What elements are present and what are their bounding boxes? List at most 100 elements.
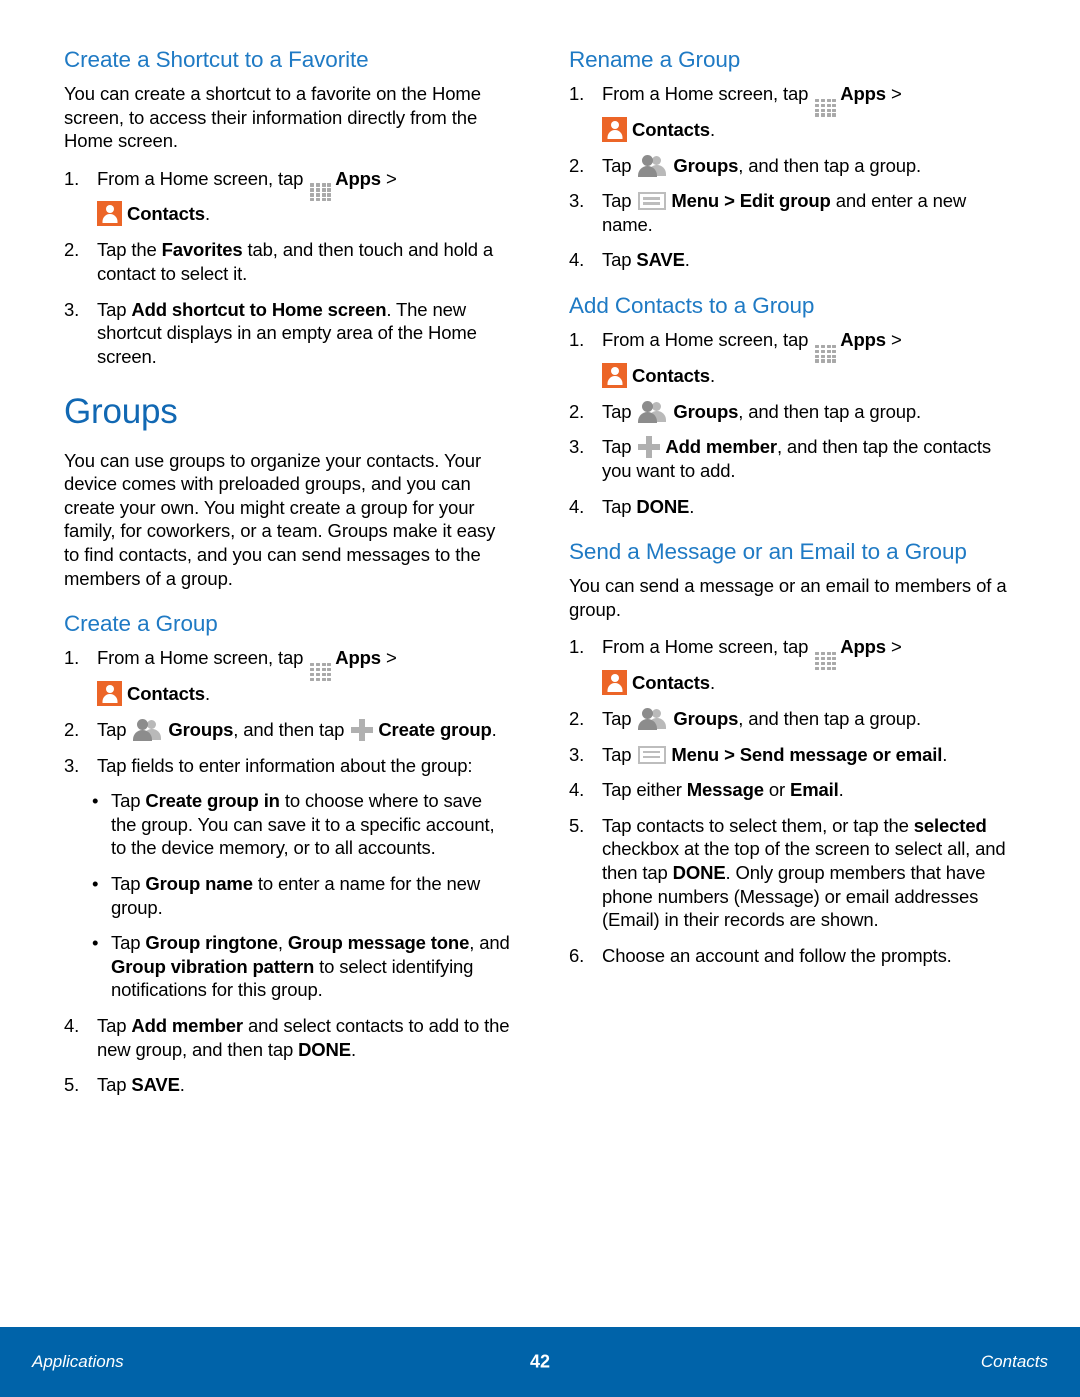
- bold-term: Add member: [131, 1014, 243, 1036]
- step-number: 2.: [569, 708, 585, 730]
- step-item: 4. Tap SAVE.: [569, 248, 1016, 272]
- text-run: , and then tap a group.: [738, 708, 921, 730]
- text-run: , and then tap a group.: [738, 400, 921, 422]
- step-item: 1. From a Home screen, tap Apps > Contact…: [569, 635, 1016, 696]
- step-text: Tap Groups, and then tap Create group.: [97, 718, 497, 741]
- bold-term: Email: [790, 779, 839, 801]
- bold-term: Apps: [840, 83, 886, 104]
- text-run: Tap: [602, 190, 637, 212]
- step-number: 1.: [64, 647, 80, 669]
- step-number: 3.: [569, 436, 585, 458]
- footer-topic-label: Contacts: [980, 1352, 1048, 1371]
- text-run: You can create a shortcut to a favorite …: [64, 83, 481, 152]
- text-run: Tap: [602, 154, 637, 176]
- bold-term: Apps: [840, 636, 886, 658]
- bold-term: Contacts: [127, 203, 205, 225]
- text-run: .: [709, 672, 715, 694]
- text-run: .: [204, 682, 210, 704]
- step-number: 5.: [64, 1074, 80, 1096]
- text-run: Tap: [602, 436, 637, 458]
- bold-term: Groups: [168, 718, 234, 740]
- step-text: Tap SAVE.: [97, 1074, 185, 1095]
- step-text: Tap fields to enter information about th…: [97, 755, 473, 776]
- step-item: 1. From a Home screen, tap Apps > Contact…: [569, 328, 1016, 388]
- step-text: From a Home screen, tap Apps > Contacts.: [97, 167, 397, 227]
- list-create-shortcut-steps: 1. From a Home screen, tap Apps > Contact…: [64, 167, 511, 369]
- list-create-group-steps: 1. From a Home screen, tap Apps > Contact…: [64, 646, 511, 777]
- text-run: or: [763, 779, 790, 801]
- text-run: From a Home screen, tap: [602, 83, 814, 104]
- contacts-person-icon: [97, 201, 122, 227]
- apps-grid-icon: [815, 652, 837, 671]
- apps-grid-icon: [310, 662, 332, 681]
- bold-term: Group name: [145, 872, 253, 894]
- text-run: .: [709, 364, 715, 386]
- apps-grid-icon: [310, 183, 332, 202]
- bullet-text: Tap Group name to enter a name for the n…: [111, 873, 480, 918]
- bold-term: Group vibration pattern: [111, 955, 315, 977]
- step-text: From a Home screen, tap Apps > Contacts.: [602, 83, 902, 142]
- bold-term: Apps: [335, 167, 381, 189]
- text-run: Tap: [602, 743, 637, 765]
- text-run: Tap: [111, 790, 146, 812]
- step-number: 2.: [569, 400, 585, 422]
- manual-page: Create a Shortcut to a Favorite You can c…: [0, 0, 1080, 1397]
- step-item: 3. Tap fields to enter information about …: [64, 754, 511, 778]
- step-text: Tap the Favorites tab, and then touch an…: [97, 239, 493, 284]
- bold-term: Add member: [665, 436, 777, 458]
- contacts-person-icon: [602, 116, 627, 142]
- bold-term: Groups: [673, 400, 739, 422]
- bold-term: Menu > Send message or email: [671, 743, 943, 765]
- step-text: Tap Add member and select contacts to ad…: [97, 1014, 510, 1060]
- step-item: 3. Tap Add shortcut to Home screen. The n…: [64, 298, 511, 369]
- bold-term: DONE: [636, 495, 690, 517]
- text-run: .: [689, 495, 695, 517]
- bold-term: Groups: [673, 154, 739, 176]
- text-run: From a Home screen, tap: [97, 647, 309, 669]
- bold-term: Apps: [335, 647, 381, 669]
- step-number: 3.: [64, 754, 80, 776]
- step-item: 3. Tap Menu > Send message or email.: [569, 743, 1016, 767]
- bold-term: Create group: [378, 718, 492, 740]
- step-number: 2.: [569, 154, 585, 176]
- bullet-text: Tap Create group in to choose where to s…: [111, 790, 495, 858]
- bullet-dot-icon: •: [92, 790, 99, 812]
- text-run: .: [350, 1038, 356, 1060]
- bullet-item: • Tap Group name to enter a name for the …: [90, 872, 511, 919]
- step-number: 3.: [569, 743, 585, 765]
- text-run: Tap: [111, 932, 146, 954]
- step-text: From a Home screen, tap Apps > Contacts.: [602, 636, 902, 696]
- text-run: From a Home screen, tap: [602, 329, 814, 351]
- text-run: ,: [277, 932, 288, 954]
- step-text: Tap Add member, and then tap the contact…: [602, 436, 991, 481]
- paragraph-groups-intro: You can use groups to organize your cont…: [64, 449, 511, 591]
- bold-term: Menu > Edit group: [671, 190, 831, 212]
- step-item: 2. Tap Groups, and then tap a group.: [569, 400, 1016, 424]
- step-text: Tap DONE.: [602, 496, 694, 517]
- step-item: 2. Tap the Favorites tab, and then touch …: [64, 238, 511, 285]
- step-text: Tap Groups, and then tap a group.: [602, 400, 921, 423]
- text-run: Choose an account and follow the prompts…: [602, 944, 952, 966]
- bold-term: Contacts: [632, 364, 710, 386]
- bold-term: Contacts: [127, 682, 205, 704]
- text-run: >: [380, 167, 397, 189]
- bold-term: DONE: [672, 862, 726, 884]
- heading-groups: Groups: [64, 392, 178, 432]
- step-number: 4.: [64, 1014, 80, 1036]
- step-number: 2.: [64, 239, 80, 261]
- text-run: Tap: [97, 1014, 132, 1036]
- list-rename-group-steps: 1. From a Home screen, tap Apps > Contact…: [569, 82, 1016, 272]
- text-run: >: [885, 636, 902, 658]
- text-run: You can send a message or an email to me…: [569, 575, 1007, 620]
- bold-term: Create group in: [145, 790, 280, 812]
- text-run: >: [885, 83, 902, 104]
- text-run: .: [204, 203, 210, 225]
- text-run: From a Home screen, tap: [602, 636, 814, 658]
- text-run: From a Home screen, tap: [97, 167, 309, 189]
- step-text: Tap Menu > Edit group and enter a new na…: [602, 190, 966, 235]
- text-run: Tap: [602, 400, 637, 422]
- bold-term: SAVE: [636, 249, 685, 271]
- apps-grid-icon: [815, 344, 837, 363]
- step-item: 2. Tap Groups, and then tap a group.: [569, 707, 1016, 731]
- text-run: , and then tap: [233, 718, 350, 740]
